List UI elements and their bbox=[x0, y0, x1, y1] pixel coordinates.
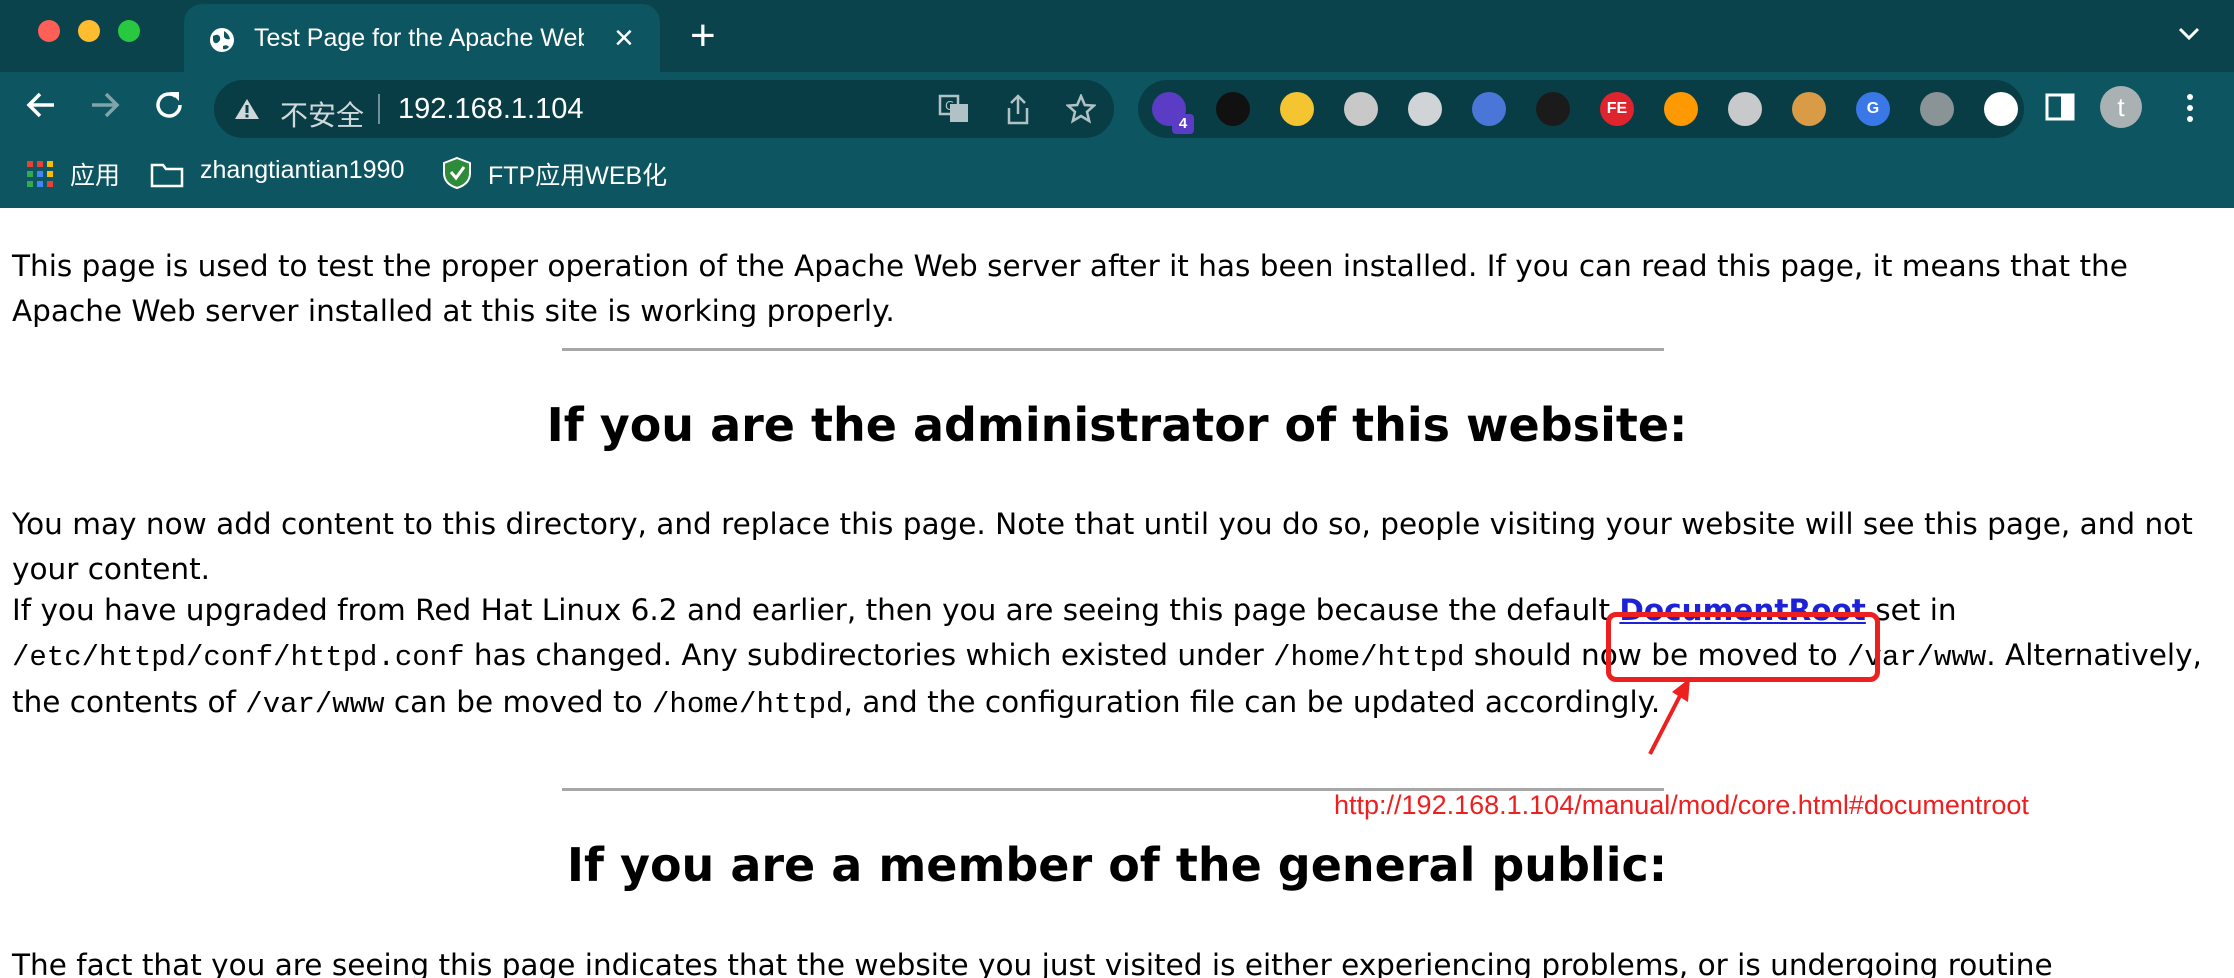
ext-hat-icon[interactable] bbox=[1536, 92, 1570, 126]
ext-amazon-icon[interactable] bbox=[1664, 92, 1698, 126]
extensions-bar: 4 FE G bbox=[1138, 80, 2024, 138]
url-text[interactable]: 192.168.1.104 bbox=[398, 93, 583, 126]
annotation-arrow bbox=[1648, 678, 1690, 755]
ext-cookie-icon[interactable] bbox=[1792, 92, 1826, 126]
admin-paragraph: You may now add content to this director… bbox=[12, 507, 2193, 586]
share-icon[interactable] bbox=[1004, 94, 1032, 126]
ext-translate-icon[interactable]: G bbox=[1856, 92, 1890, 126]
upgrade-text: , and the configuration file can be upda… bbox=[843, 685, 1661, 719]
ext-command-icon[interactable] bbox=[1344, 92, 1378, 126]
ext-r-icon[interactable] bbox=[1280, 92, 1314, 126]
page-content: This page is used to test the proper ope… bbox=[0, 208, 2234, 978]
warning-icon[interactable] bbox=[234, 97, 260, 121]
divider bbox=[562, 348, 1664, 351]
bookmark-ftp[interactable]: FTP应用WEB化 bbox=[488, 156, 667, 192]
public-paragraph: The fact that you are seeing this page i… bbox=[12, 948, 2053, 978]
divider bbox=[378, 94, 380, 124]
annotation-highlight-box bbox=[1606, 612, 1880, 682]
upgrade-paragraph: If you have upgraded from Red Hat Linux … bbox=[12, 588, 2222, 727]
chevron-down-icon[interactable] bbox=[2176, 20, 2202, 46]
minimize-window-button[interactable] bbox=[78, 20, 100, 42]
code-path: /home/httpd bbox=[1273, 641, 1465, 674]
code-path: /etc/httpd/conf/httpd.conf bbox=[12, 641, 465, 674]
back-icon[interactable] bbox=[24, 88, 58, 122]
translate-icon[interactable]: G bbox=[938, 94, 970, 124]
browser-chrome: Test Page for the Apache Web Server × + … bbox=[0, 0, 2234, 208]
ext-stacked-icon[interactable]: 4 bbox=[1152, 92, 1194, 134]
forward-icon[interactable] bbox=[88, 88, 122, 122]
ext-fe-icon[interactable]: FE bbox=[1600, 92, 1634, 126]
upgrade-text: can be moved to bbox=[384, 685, 653, 719]
close-icon[interactable]: × bbox=[614, 18, 634, 58]
avatar[interactable]: t bbox=[2100, 86, 2142, 128]
code-path: /home/httpd bbox=[652, 688, 844, 721]
apps-grid-icon bbox=[27, 161, 53, 187]
globe-icon bbox=[210, 28, 234, 52]
ext-glasses-icon[interactable] bbox=[1216, 92, 1250, 126]
heading-public: If you are a member of the general publi… bbox=[566, 838, 1668, 892]
ext-globe-blue-icon[interactable] bbox=[1472, 92, 1506, 126]
address-bar[interactable]: 不安全 192.168.1.104 G bbox=[214, 80, 1114, 138]
close-window-button[interactable] bbox=[38, 20, 60, 42]
ext-globe-icon[interactable] bbox=[1408, 92, 1442, 126]
bookmark-apps[interactable]: 应用 bbox=[70, 156, 120, 192]
bookmark-folder[interactable]: zhangtiantian1990 bbox=[200, 156, 404, 185]
upgrade-text: has changed. Any subdirectories which ex… bbox=[464, 638, 1274, 672]
reload-icon[interactable] bbox=[152, 88, 186, 122]
tab-title: Test Page for the Apache Web Server bbox=[254, 24, 584, 52]
security-label[interactable]: 不安全 bbox=[280, 94, 364, 134]
puzzle-icon[interactable] bbox=[1984, 92, 2018, 126]
upgrade-text: If you have upgraded from Red Hat Linux … bbox=[12, 593, 1620, 627]
extension-badge: 4 bbox=[1172, 114, 1194, 134]
star-icon[interactable] bbox=[1066, 94, 1096, 124]
shield-icon bbox=[443, 156, 471, 190]
heading-admin: If you are the administrator of this web… bbox=[546, 398, 1688, 452]
more-menu-icon[interactable] bbox=[2184, 92, 2196, 124]
folder-icon bbox=[150, 163, 184, 188]
tab-strip: Test Page for the Apache Web Server × + bbox=[0, 0, 2234, 72]
new-tab-button[interactable]: + bbox=[690, 12, 716, 60]
ext-gear-icon[interactable] bbox=[1920, 92, 1954, 126]
code-path: /var/www bbox=[245, 688, 385, 721]
zoom-window-button[interactable] bbox=[118, 20, 140, 42]
tab-active[interactable]: Test Page for the Apache Web Server × bbox=[184, 4, 660, 72]
side-panel-icon[interactable] bbox=[2044, 92, 2076, 122]
svg-text:G: G bbox=[945, 99, 954, 113]
bookmarks-bar: 应用 zhangtiantian1990 FTP应用WEB化 bbox=[0, 148, 2234, 208]
annotation-url: http://192.168.1.104/manual/mod/core.htm… bbox=[1334, 790, 2029, 820]
ext-camera-icon[interactable] bbox=[1728, 92, 1762, 126]
intro-paragraph: This page is used to test the proper ope… bbox=[12, 249, 2128, 328]
